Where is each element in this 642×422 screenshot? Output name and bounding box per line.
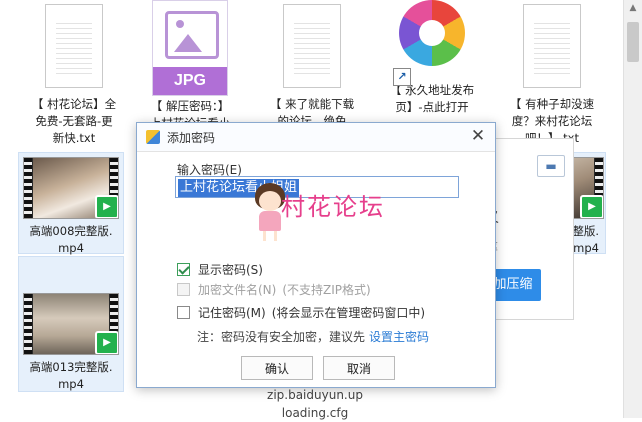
video-play-badge-icon: ▶ bbox=[95, 331, 118, 354]
option-label: 显示密码(S) bbox=[198, 263, 263, 277]
shortcut-arrow-icon: ↗ bbox=[393, 68, 411, 86]
folder-icon[interactable]: ▬ bbox=[537, 155, 565, 177]
security-note: 注：密码没有安全加密，建议先 设置主密码 bbox=[197, 328, 429, 345]
txt-file-icon bbox=[523, 4, 581, 88]
scroll-up-icon[interactable]: ▲ bbox=[624, 0, 642, 16]
file-item[interactable]: ↗ 【 永久地址发布 页】-点此打开 bbox=[380, 0, 484, 116]
add-password-dialog: 添加密码 ✕ 输入密码(E) 上村花论坛看小姐姐 村花论坛 显示密码(S) 加密… bbox=[136, 122, 496, 388]
file-item[interactable]: ▶ 高端013完整版. mp4 bbox=[18, 256, 124, 392]
archive-app-icon bbox=[146, 130, 160, 144]
checkbox-icon bbox=[177, 283, 190, 296]
close-icon[interactable]: ✕ bbox=[469, 127, 487, 145]
set-master-password-link[interactable]: 设置主密码 bbox=[369, 330, 429, 344]
remember-password-checkbox[interactable]: 记住密码(M) (将会显示在管理密码窗口中) bbox=[177, 304, 425, 321]
dialog-titlebar[interactable]: 添加密码 ✕ bbox=[137, 123, 495, 152]
checkbox-icon[interactable] bbox=[177, 306, 190, 319]
jpg-label: JPG bbox=[153, 67, 227, 95]
scroll-thumb[interactable] bbox=[627, 22, 639, 62]
file-item[interactable]: 【 有种子却没速 度？来村花论坛 吧！】.txt bbox=[500, 0, 604, 147]
jpg-file-icon: JPG bbox=[152, 0, 228, 96]
image-icon bbox=[165, 11, 219, 59]
file-item[interactable]: 【 村花论坛】全 免费-无套路-更 新快.txt bbox=[24, 0, 124, 147]
txt-file-icon bbox=[283, 4, 341, 88]
file-name: zip.baiduyun.up loading.cfg bbox=[267, 388, 363, 420]
watermark-text: 村花论坛 bbox=[281, 193, 385, 221]
cancel-button[interactable]: 取消 bbox=[323, 356, 395, 380]
video-thumbnail: ▶ bbox=[23, 157, 119, 219]
encrypt-filenames-checkbox: 加密文件名(N) (不支持ZIP格式) bbox=[177, 281, 371, 298]
file-item[interactable]: JPG 【 解压密码：】 上村花论坛看小 bbox=[138, 0, 242, 132]
option-label: 记住密码(M) bbox=[198, 306, 266, 320]
txt-file-icon bbox=[45, 4, 103, 88]
file-item[interactable]: 【 来了就能下载 的论坛，绝免 bbox=[260, 0, 364, 130]
video-play-badge-icon: ▶ bbox=[95, 195, 118, 218]
file-item[interactable]: ▶ 高端008完整版. mp4 bbox=[18, 152, 124, 255]
video-play-badge-icon: ▶ bbox=[580, 195, 603, 218]
browser-url-icon: ↗ bbox=[393, 0, 465, 86]
option-label: 加密文件名(N) bbox=[198, 283, 277, 297]
dialog-title: 添加密码 bbox=[167, 131, 216, 145]
video-thumbnail: ▶ bbox=[23, 293, 119, 355]
option-hint: (将会显示在管理密码窗口中) bbox=[271, 306, 426, 320]
vertical-scrollbar[interactable]: ▲ bbox=[623, 0, 642, 418]
file-name: 【 永久地址发布 页】-点此打开 bbox=[389, 83, 475, 114]
checkbox-checked-icon[interactable] bbox=[177, 263, 190, 276]
option-hint: (不支持ZIP格式) bbox=[282, 283, 371, 297]
file-name: 【 村花论坛】全 免费-无套路-更 新快.txt bbox=[31, 97, 117, 145]
note-text: 注：密码没有安全加密，建议先 bbox=[197, 330, 366, 344]
confirm-button[interactable]: 确认 bbox=[241, 356, 313, 380]
show-password-checkbox[interactable]: 显示密码(S) bbox=[177, 261, 263, 278]
file-name: 高端013完整版. mp4 bbox=[29, 360, 113, 391]
file-name: 高端008完整版. mp4 bbox=[29, 224, 113, 255]
